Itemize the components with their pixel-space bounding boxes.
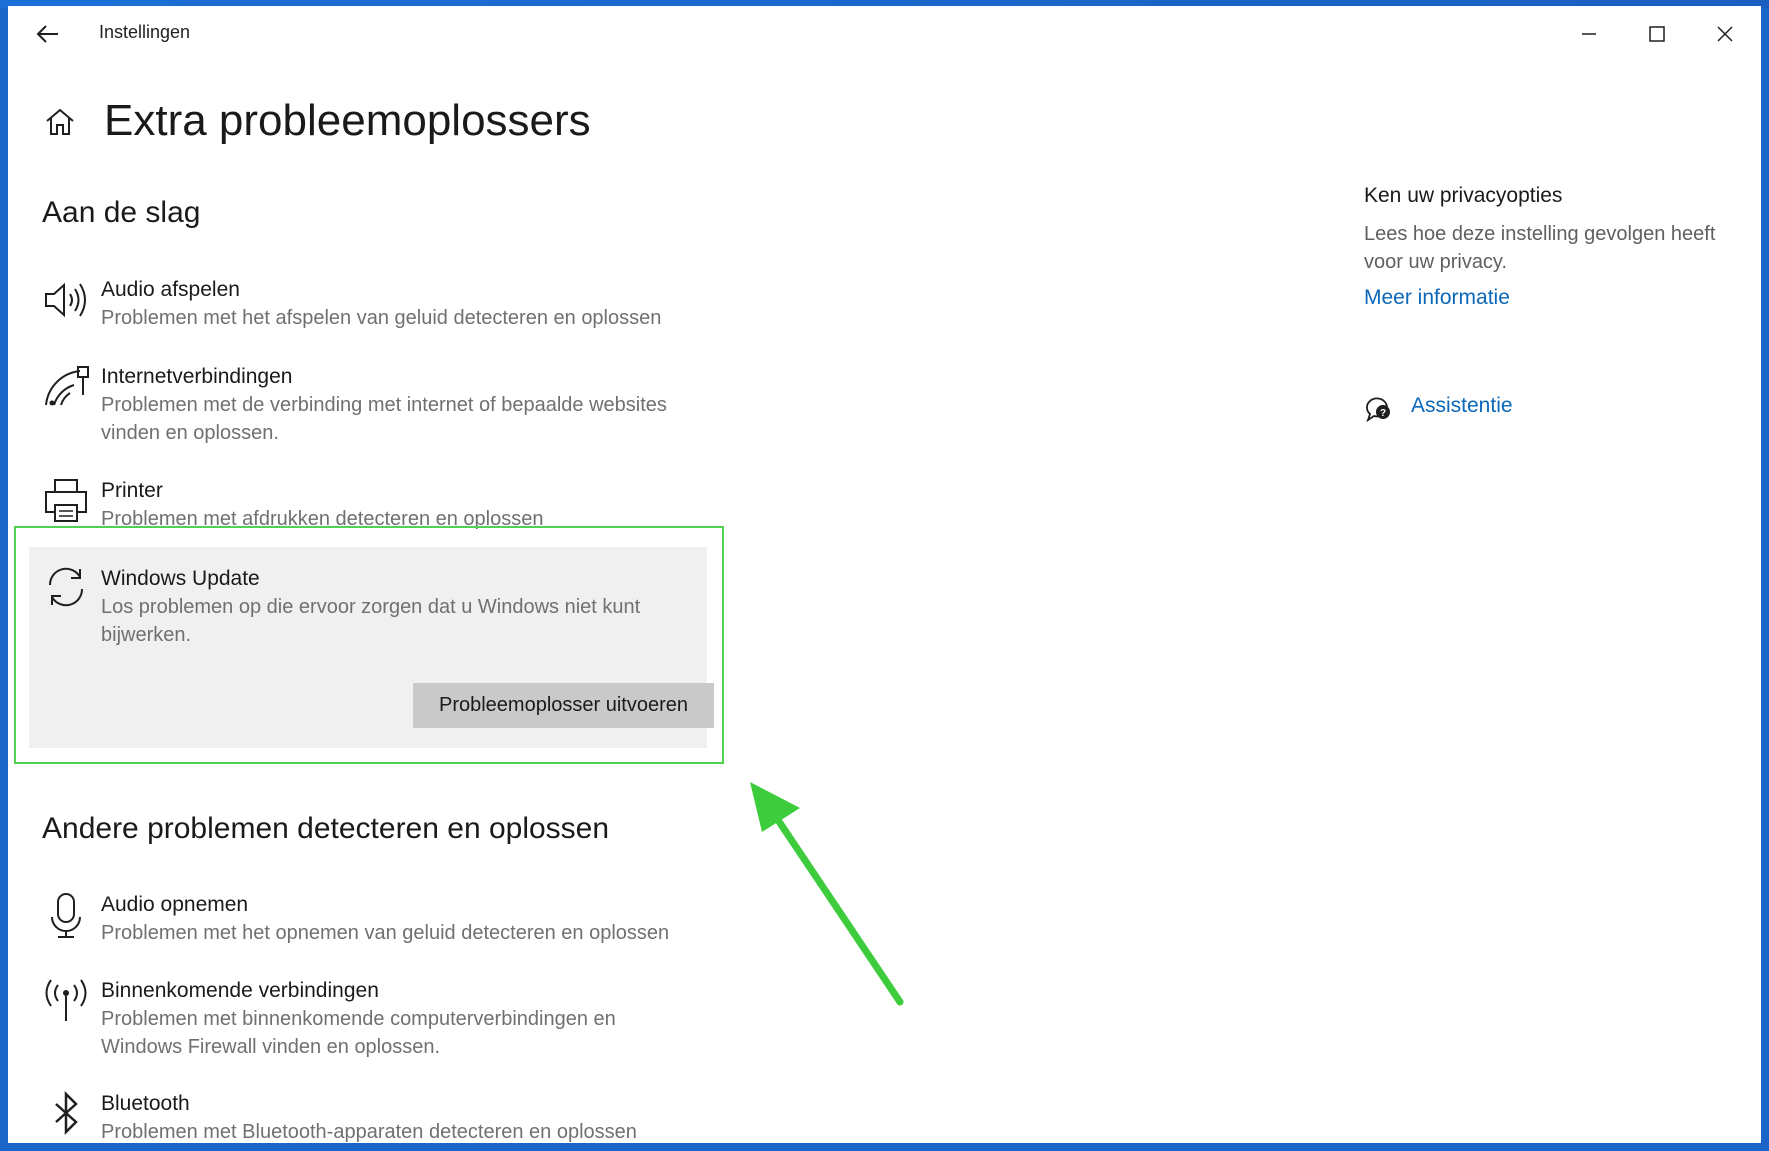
section-title-other-problems: Andere problemen detecteren en oplossen (42, 812, 610, 845)
privacy-panel: Ken uw privacyopties Lees hoe deze inste… (1364, 182, 1734, 312)
item-name: Binnenkomende verbindingen (101, 979, 379, 1002)
highlight-frame (14, 526, 724, 764)
privacy-text: Lees hoe deze instelling gevolgen heeft … (1364, 223, 1716, 273)
printer-icon (45, 479, 87, 522)
item-name: Audio afspelen (101, 278, 240, 301)
item-name: Audio opnemen (101, 893, 249, 916)
item-description: Problemen met de verbinding met internet… (101, 394, 667, 444)
item-description: Problemen met Bluetooth-apparaten detect… (101, 1121, 637, 1143)
close-icon[interactable] (1707, 16, 1743, 52)
help-chat-icon: ? (1366, 397, 1390, 423)
page-title: Extra probleemoplossers (104, 96, 591, 145)
maximize-icon[interactable] (1639, 16, 1675, 52)
settings-window: Instellingen Extra probleemoplossers Aan… (8, 6, 1761, 1143)
back-arrow-icon[interactable] (32, 18, 64, 50)
title-bar: Instellingen (8, 6, 1761, 60)
minimize-icon[interactable] (1571, 16, 1607, 52)
more-info-link[interactable]: Meer informatie (1364, 284, 1734, 312)
network-icon (45, 366, 89, 406)
antenna-icon (45, 979, 87, 1021)
item-description: Problemen met het afspelen van geluid de… (101, 307, 662, 329)
item-name: Internetverbindingen (101, 365, 293, 388)
section-title-get-started: Aan de slag (42, 196, 201, 229)
bluetooth-icon (55, 1090, 78, 1136)
green-arrow-annotation (750, 782, 904, 1006)
item-description: Problemen met binnenkomende computerverb… (101, 1008, 616, 1058)
item-name: Bluetooth (101, 1092, 190, 1115)
speaker-icon (45, 282, 86, 318)
privacy-heading: Ken uw privacyopties (1364, 184, 1563, 207)
home-icon[interactable] (42, 104, 78, 140)
item-description: Problemen met het opnemen van geluid det… (101, 922, 670, 944)
assistance-link[interactable]: Assistentie (1411, 394, 1513, 418)
item-name: Printer (101, 479, 163, 502)
svg-text:?: ? (1380, 408, 1386, 419)
microphone-icon (51, 893, 81, 938)
window-title: Instellingen (99, 22, 191, 42)
